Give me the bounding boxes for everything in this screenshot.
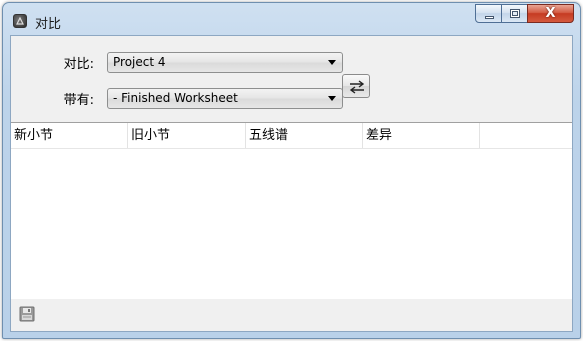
close-button[interactable]: X bbox=[527, 4, 574, 23]
app-logo-icon[interactable] bbox=[13, 14, 27, 28]
title-bar[interactable]: 对比 X bbox=[3, 3, 580, 35]
window-title: 对比 bbox=[35, 17, 62, 32]
column-header-difference[interactable]: 差异 bbox=[363, 123, 480, 148]
chevron-down-icon bbox=[328, 60, 336, 65]
table-header: 新小节 旧小节 五线谱 差异 bbox=[11, 123, 572, 149]
column-header-old-bar[interactable]: 旧小节 bbox=[128, 123, 246, 148]
with-select[interactable]: - Finished Worksheet bbox=[107, 88, 343, 109]
swap-button[interactable] bbox=[342, 74, 370, 98]
swap-arrows-icon bbox=[349, 80, 365, 94]
maximize-icon bbox=[510, 9, 520, 18]
minimize-icon bbox=[485, 16, 494, 19]
caption-buttons: X bbox=[475, 4, 574, 24]
compare-select-value: Project 4 bbox=[113, 55, 166, 69]
with-select-value: - Finished Worksheet bbox=[113, 91, 238, 105]
client-area: 对比: Project 4 带有: - Finished Worksheet 新… bbox=[10, 35, 573, 332]
chevron-down-icon bbox=[328, 96, 336, 101]
minimize-button[interactable] bbox=[475, 4, 502, 23]
with-label: 带有: bbox=[63, 93, 94, 108]
compare-form: 对比: Project 4 带有: - Finished Worksheet bbox=[11, 36, 572, 122]
column-header-new-bar[interactable]: 新小节 bbox=[11, 123, 128, 148]
save-icon[interactable] bbox=[19, 306, 35, 322]
compare-window: 对比 X 对比: Project 4 带有: - Finished Worksh… bbox=[2, 2, 581, 339]
compare-select[interactable]: Project 4 bbox=[107, 52, 343, 73]
differences-table[interactable]: 新小节 旧小节 五线谱 差异 bbox=[11, 122, 572, 308]
column-header-staff[interactable]: 五线谱 bbox=[246, 123, 363, 148]
status-bar bbox=[11, 299, 572, 331]
close-icon: X bbox=[545, 6, 556, 21]
maximize-button[interactable] bbox=[501, 4, 528, 23]
compare-label: 对比: bbox=[63, 57, 94, 72]
